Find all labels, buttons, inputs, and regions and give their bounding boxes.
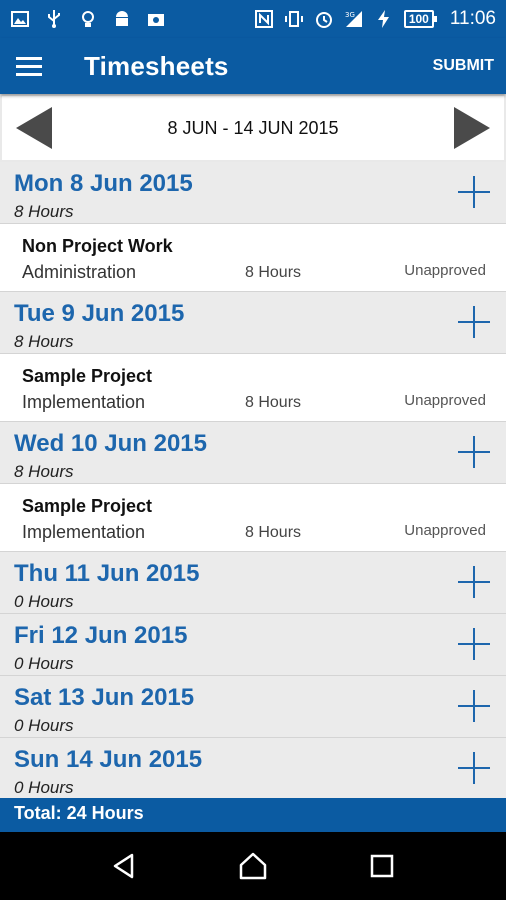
entry-task: Implementation: [22, 522, 146, 542]
gallery-icon: [11, 11, 29, 27]
entry-task: Administration: [22, 262, 137, 282]
day-hours: 0 Hours: [14, 654, 74, 673]
menu-button[interactable]: [0, 38, 58, 94]
entry-status: Unapproved: [404, 392, 486, 409]
entry-status: Unapproved: [404, 522, 486, 539]
entry-hours: 8 Hours: [245, 394, 302, 411]
next-week-button[interactable]: [440, 96, 504, 160]
day-title: Mon 8 Jun 2015: [14, 170, 193, 197]
day-title: Fri 12 Jun 2015: [14, 622, 188, 649]
hamburger-icon: [16, 56, 42, 76]
day-title: Wed 10 Jun 2015: [14, 430, 207, 457]
app-bar: Timesheets SUBMIT: [0, 38, 506, 94]
day-header[interactable]: Mon 8 Jun 2015 8 Hours: [0, 162, 506, 224]
system-navigation-bar: [0, 832, 506, 900]
submit-button[interactable]: SUBMIT: [433, 57, 494, 75]
entry-project: Sample Project: [22, 496, 153, 516]
back-icon: [114, 853, 134, 879]
date-navigator: 8 JUN - 14 JUN 2015: [0, 94, 506, 162]
bulb-icon: [82, 11, 94, 27]
day-title: Sat 13 Jun 2015: [14, 684, 195, 711]
date-range-label: 8 JUN - 14 JUN 2015: [167, 117, 339, 138]
entry-hours: 8 Hours: [245, 264, 302, 281]
day-header[interactable]: Thu 11 Jun 2015 0 Hours: [0, 552, 506, 614]
home-icon: [239, 852, 267, 880]
battery-indicator: 100: [403, 10, 437, 28]
entry-status: Unapproved: [404, 262, 486, 279]
charging-icon: [377, 10, 389, 28]
back-button[interactable]: [104, 846, 144, 886]
entry-task: Implementation: [22, 392, 146, 412]
usb-icon: [48, 10, 60, 28]
add-entry-button[interactable]: [458, 176, 490, 208]
timesheet-list: Mon 8 Jun 2015 8 Hours Non Project Work …: [0, 162, 506, 798]
previous-week-button[interactable]: [2, 96, 66, 160]
clock: 11:06: [449, 8, 496, 29]
arrow-left-icon: [16, 107, 52, 149]
entry-project: Non Project Work: [22, 236, 173, 256]
day-header[interactable]: Sun 14 Jun 2015 0 Hours: [0, 738, 506, 798]
network-type-label: 3G: [345, 11, 355, 19]
add-entry-button[interactable]: [458, 752, 490, 784]
home-button[interactable]: [233, 846, 273, 886]
add-entry-button[interactable]: [458, 566, 490, 598]
alarm-icon: [315, 12, 332, 28]
day-hours: 0 Hours: [14, 778, 74, 797]
entry-project: Sample Project: [22, 366, 153, 386]
add-entry-button[interactable]: [458, 306, 490, 338]
day-hours: 8 Hours: [14, 202, 74, 221]
android-icon: [116, 11, 128, 26]
photo-icon: [148, 14, 164, 26]
signal-icon: 3G: [345, 11, 362, 27]
day-header[interactable]: Fri 12 Jun 2015 0 Hours: [0, 614, 506, 676]
day-hours: 8 Hours: [14, 332, 74, 351]
day-hours: 0 Hours: [14, 592, 74, 611]
system-icons: 3G 100 11:06: [254, 8, 496, 30]
total-hours-bar: Total: 24 Hours: [0, 798, 506, 832]
vibrate-icon: [284, 11, 303, 27]
time-entry[interactable]: Sample Project Implementation 8 Hours Un…: [0, 354, 506, 422]
recents-icon: [370, 854, 393, 878]
add-entry-button[interactable]: [458, 628, 490, 660]
nfc-icon: [254, 10, 273, 28]
day-hours: 8 Hours: [14, 462, 74, 481]
entry-hours: 8 Hours: [245, 524, 302, 541]
day-hours: 0 Hours: [14, 716, 74, 735]
time-entry[interactable]: Sample Project Implementation 8 Hours Un…: [0, 484, 506, 552]
day-title: Sun 14 Jun 2015: [14, 746, 203, 773]
page-title: Timesheets: [84, 50, 229, 81]
notification-icons: [10, 9, 166, 29]
status-bar: 3G 100 11:06: [0, 0, 506, 38]
time-entry[interactable]: Non Project Work Administration 8 Hours …: [0, 224, 506, 292]
day-header[interactable]: Wed 10 Jun 2015 8 Hours: [0, 422, 506, 484]
add-entry-button[interactable]: [458, 436, 490, 468]
day-title: Thu 11 Jun 2015: [14, 560, 200, 587]
day-header[interactable]: Sat 13 Jun 2015 0 Hours: [0, 676, 506, 738]
day-title: Tue 9 Jun 2015: [14, 300, 185, 327]
add-entry-button[interactable]: [458, 690, 490, 722]
recents-button[interactable]: [362, 846, 402, 886]
date-navigator-panel: 8 JUN - 14 JUN 2015: [2, 96, 504, 160]
day-header[interactable]: Tue 9 Jun 2015 8 Hours: [0, 292, 506, 354]
arrow-right-icon: [454, 107, 490, 149]
